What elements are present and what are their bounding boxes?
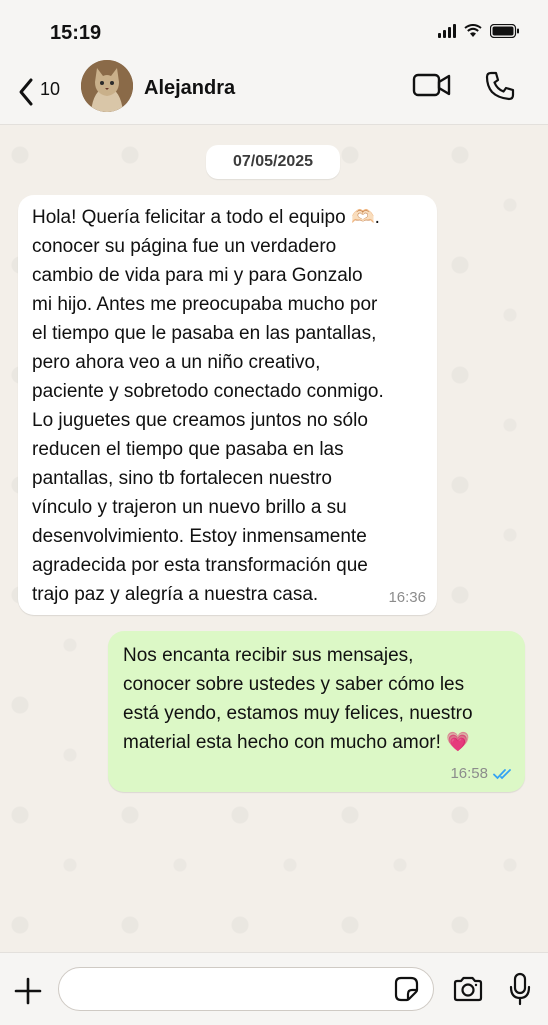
message-line: mi hijo. Antes me preocupaba mucho por (32, 294, 378, 315)
camera-button[interactable] (452, 975, 484, 1008)
video-call-icon (412, 73, 451, 97)
message-line: está yendo, estamos muy felices, nuestro (123, 703, 473, 724)
back-chevron-icon (19, 78, 33, 106)
message-line: conocer sobre ustedes y saber cómo les (123, 674, 465, 695)
message-line: conocer su página fue un verdadero (32, 236, 337, 257)
message-line: agradecida por esta transformación que (32, 555, 368, 576)
video-call-button[interactable] (412, 70, 452, 105)
message-line: Lo juguetes que creamos juntos no sólo (32, 410, 368, 431)
date-chip: 07/05/2025 (206, 145, 340, 179)
message-text: Nos encanta recibir sus mensajes, conoce… (123, 641, 518, 757)
message-line: pantallas, sino tb fortalecen nuestro (32, 468, 332, 489)
message-time: 16:58 (450, 765, 488, 782)
message-text: Hola! Quería felicitar a todo el equipo … (32, 203, 427, 609)
voice-call-button[interactable] (484, 70, 516, 107)
contact-name[interactable]: Alejandra (144, 77, 235, 100)
microphone-button[interactable] (509, 972, 531, 1011)
avatar[interactable] (81, 60, 133, 112)
battery-icon (490, 24, 519, 38)
plus-icon (14, 977, 42, 1005)
status-time: 15:19 (50, 22, 102, 44)
message-line: pero ahora veo a un niño creativo, (32, 352, 321, 373)
message-line: el tiempo que le pasaba en las pantallas… (32, 323, 377, 344)
unread-count: 10 (40, 78, 61, 99)
message-line: reducen el tiempo que pasaba en las (32, 439, 344, 460)
message-line: cambio de vida para mi y para Gonzalo (32, 265, 363, 286)
status-icons (438, 24, 520, 38)
message-bubble-outgoing[interactable]: Nos encanta recibir sus mensajes, conoce… (108, 631, 525, 792)
message-bubble-incoming[interactable]: Hola! Quería felicitar a todo el equipo … (18, 195, 437, 615)
phone-icon (485, 71, 515, 101)
message-line: desenvolvimiento. Estoy inmensamente (32, 526, 367, 547)
message-time: 16:36 (388, 589, 426, 606)
message-line: paciente y sobretodo conectado conmigo. (32, 381, 384, 402)
back-button[interactable]: 10 (18, 70, 78, 114)
microphone-icon (509, 972, 531, 1006)
message-line: material esta hecho con mucho amor! 💗 (123, 732, 470, 753)
sticker-button[interactable] (392, 975, 420, 1008)
avatar-image (81, 60, 133, 112)
camera-icon (453, 976, 483, 1002)
sticker-icon (394, 976, 419, 1002)
message-line: Hola! Quería felicitar a todo el equipo … (32, 207, 380, 228)
wifi-icon (464, 24, 482, 37)
input-bar (0, 952, 548, 1025)
attach-button[interactable] (14, 977, 42, 1010)
chat-area[interactable]: 07/05/2025 Hola! Quería felicitar a todo… (0, 125, 548, 952)
chat-header: 10 Alejandra (0, 60, 548, 125)
message-line: Nos encanta recibir sus mensajes, (123, 645, 414, 666)
message-line: vínculo y trajeron un nuevo brillo a su (32, 497, 347, 518)
message-line: trajo paz y alegría a nuestra casa. (32, 584, 319, 605)
message-input[interactable] (58, 967, 434, 1011)
status-bar: 15:19 (0, 0, 548, 60)
double-check-icon (493, 769, 511, 780)
cellular-signal-icon (438, 24, 456, 38)
